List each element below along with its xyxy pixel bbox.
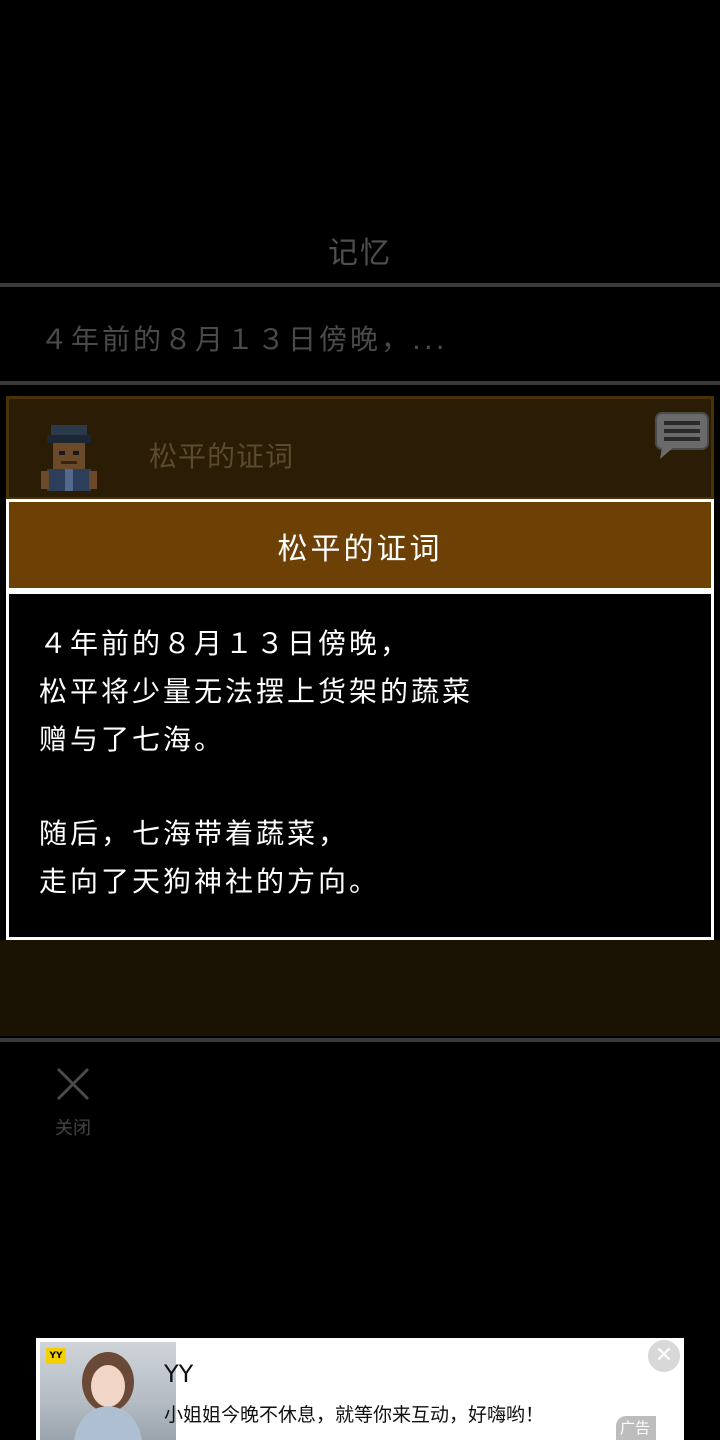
ad-image: YY: [40, 1342, 176, 1440]
speech-bubble-icon[interactable]: [654, 411, 710, 461]
close-button[interactable]: 关闭: [48, 1066, 98, 1146]
dialog-body: ４年前的８月１３日傍晚， 松平将少量无法摆上货架的蔬菜 赠与了七海。 随后，七海…: [6, 591, 714, 940]
close-label: 关闭: [55, 1118, 91, 1139]
ad-text: 小姐姐今晚不休息，就等你来互动，好嗨哟！: [164, 1404, 545, 1426]
close-x-icon: [56, 1067, 90, 1101]
ad-tag: 广告: [616, 1416, 657, 1440]
ad-badge: YY: [46, 1348, 66, 1364]
dialog-title: 松平的证词: [277, 532, 443, 567]
ad-banner[interactable]: YY YY 小姐姐今晚不休息，就等你来互动，好嗨哟！ ✕ 广告: [36, 1338, 684, 1440]
divider: [0, 1038, 720, 1042]
memory-title: 记忆: [328, 236, 392, 271]
dialog-line: 松平将少量无法摆上货架的蔬菜: [39, 675, 474, 708]
testimony-dialog[interactable]: 松平的证词 ４年前的８月１３日傍晚， 松平将少量无法摆上货架的蔬菜 赠与了七海。…: [6, 499, 714, 940]
divider: [0, 283, 720, 287]
dialog-header: 松平的证词: [6, 499, 714, 591]
dialog-line: ４年前的８月１３日傍晚，: [39, 627, 412, 660]
dialog-line: 随后，七海带着蔬菜，: [39, 817, 350, 850]
entry-name: 松平的证词: [149, 440, 295, 473]
character-portrait-icon: [41, 425, 97, 491]
testimony-entry[interactable]: 松平的证词: [6, 396, 714, 500]
ad-title: YY: [164, 1360, 194, 1388]
ad-close-icon[interactable]: ✕: [648, 1340, 680, 1372]
dialog-line: 走向了天狗神社的方向。: [39, 865, 381, 898]
divider: [0, 381, 720, 385]
dialog-line: 赠与了七海。: [39, 723, 226, 756]
memory-summary: ４年前的８月１３日傍晚，...: [40, 323, 448, 356]
entry-lower-panel: [0, 940, 720, 1036]
